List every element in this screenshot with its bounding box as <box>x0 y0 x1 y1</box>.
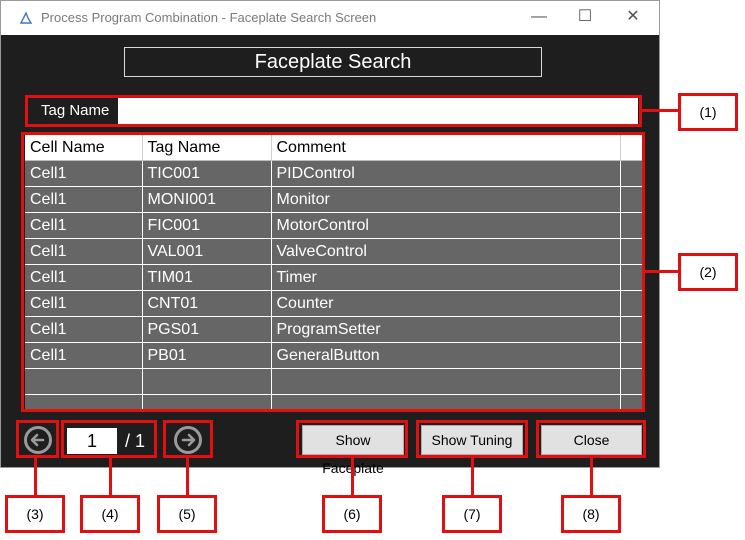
title-bar: Process Program Combination - Faceplate … <box>1 1 659 35</box>
maximize-icon[interactable]: ☐ <box>575 7 595 27</box>
leader-line-7 <box>471 458 474 495</box>
callout-label-1: (1) <box>678 93 738 131</box>
highlight-prev-button <box>16 420 59 458</box>
minimize-icon[interactable]: — <box>529 7 549 27</box>
highlight-show-tuning <box>416 420 528 458</box>
leader-line-6 <box>351 458 354 495</box>
callout-label-5: (5) <box>157 495 217 533</box>
leader-line-8 <box>590 458 593 495</box>
callout-label-4: (4) <box>80 495 140 533</box>
close-window-icon[interactable]: ✕ <box>623 7 643 27</box>
page-title: Faceplate Search <box>124 47 542 77</box>
callout-label-2: (2) <box>678 253 738 291</box>
highlight-page-number <box>61 420 157 458</box>
leader-line-1 <box>642 109 678 112</box>
highlight-show-faceplate <box>296 420 408 458</box>
window-title: Process Program Combination - Faceplate … <box>41 10 377 25</box>
highlight-close <box>536 420 646 458</box>
highlight-next-button <box>163 420 213 458</box>
callout-label-3: (3) <box>5 495 65 533</box>
highlight-tag-name-field <box>25 95 642 127</box>
app-icon <box>19 11 33 24</box>
callout-label-7: (7) <box>442 495 502 533</box>
leader-line-2 <box>645 270 678 273</box>
callout-label-6: (6) <box>322 495 382 533</box>
leader-line-4 <box>109 458 112 495</box>
callout-label-8: (8) <box>561 495 621 533</box>
leader-line-3 <box>34 458 37 495</box>
leader-line-5 <box>186 458 189 495</box>
highlight-results-table <box>21 132 645 412</box>
